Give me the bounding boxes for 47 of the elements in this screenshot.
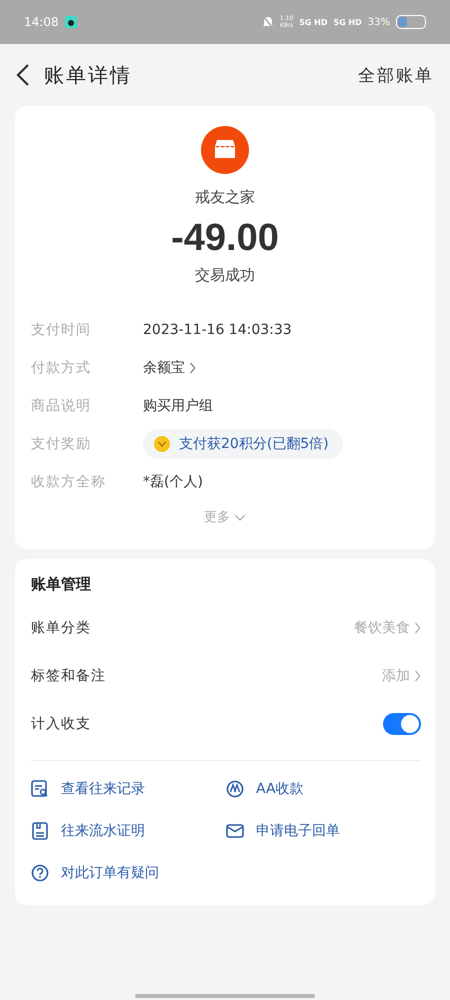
app-icon bbox=[64, 16, 77, 28]
chevron-right-icon bbox=[414, 670, 421, 682]
action-link[interactable]: 查看往来记录 bbox=[31, 771, 226, 807]
detail-label: 商品说明 bbox=[31, 397, 92, 415]
detail-value: 余额宝 bbox=[143, 359, 185, 377]
detail-label: 支付奖励 bbox=[31, 435, 92, 453]
action-link[interactable]: AA收款 bbox=[226, 771, 421, 807]
signal-label: 5G HD bbox=[334, 18, 362, 26]
merchant-name: 戒友之家 bbox=[195, 188, 255, 207]
signal-label: 5G HD bbox=[299, 18, 328, 26]
reward-text: 支付获20积分(已翻5倍) bbox=[179, 435, 329, 453]
coin-icon bbox=[153, 435, 171, 453]
circled-letters-icon bbox=[226, 780, 244, 798]
row-value: 餐饮美食 bbox=[354, 619, 410, 637]
detail-label: 付款方式 bbox=[31, 359, 92, 377]
action-link[interactable]: 申请电子回单 bbox=[226, 813, 421, 849]
detail-label: 支付时间 bbox=[31, 321, 92, 339]
row-label: 账单分类 bbox=[31, 619, 91, 637]
transaction-status: 交易成功 bbox=[195, 266, 255, 285]
detail-value: 2023-11-16 14:03:33 bbox=[143, 322, 292, 338]
all-bills-link[interactable]: 全部账单 bbox=[358, 64, 434, 86]
search-document-icon bbox=[31, 780, 49, 798]
section-title: 账单管理 bbox=[31, 575, 92, 594]
battery-percent: 33% bbox=[368, 16, 390, 28]
amount: -49.00 bbox=[171, 217, 279, 260]
detail-value: 购买用户组 bbox=[143, 397, 213, 415]
payment-method-link[interactable]: 余额宝 bbox=[143, 359, 196, 377]
detail-label: 收款方全称 bbox=[31, 473, 107, 491]
toggle-switch[interactable] bbox=[383, 713, 421, 735]
row-label: 计入收支 bbox=[31, 715, 91, 733]
back-icon[interactable] bbox=[16, 63, 30, 87]
mute-bell-icon bbox=[262, 15, 274, 29]
battery-icon bbox=[396, 15, 426, 29]
action-link[interactable]: 对此订单有疑问 bbox=[31, 855, 226, 891]
chevron-right-icon bbox=[189, 362, 196, 374]
detail-value: *磊(个人) bbox=[143, 473, 203, 491]
store-icon bbox=[201, 126, 249, 174]
chevron-right-icon bbox=[414, 622, 421, 634]
question-icon bbox=[31, 864, 49, 882]
chevron-down-icon bbox=[234, 514, 246, 520]
status-time: 14:08 bbox=[24, 15, 59, 29]
envelope-icon bbox=[226, 822, 244, 840]
page-title: 账单详情 bbox=[44, 62, 132, 88]
row-label: 标签和备注 bbox=[31, 667, 106, 685]
row-value: 添加 bbox=[382, 667, 410, 685]
action-link[interactable]: 往来流水证明 bbox=[31, 813, 226, 849]
document-icon bbox=[31, 822, 49, 840]
